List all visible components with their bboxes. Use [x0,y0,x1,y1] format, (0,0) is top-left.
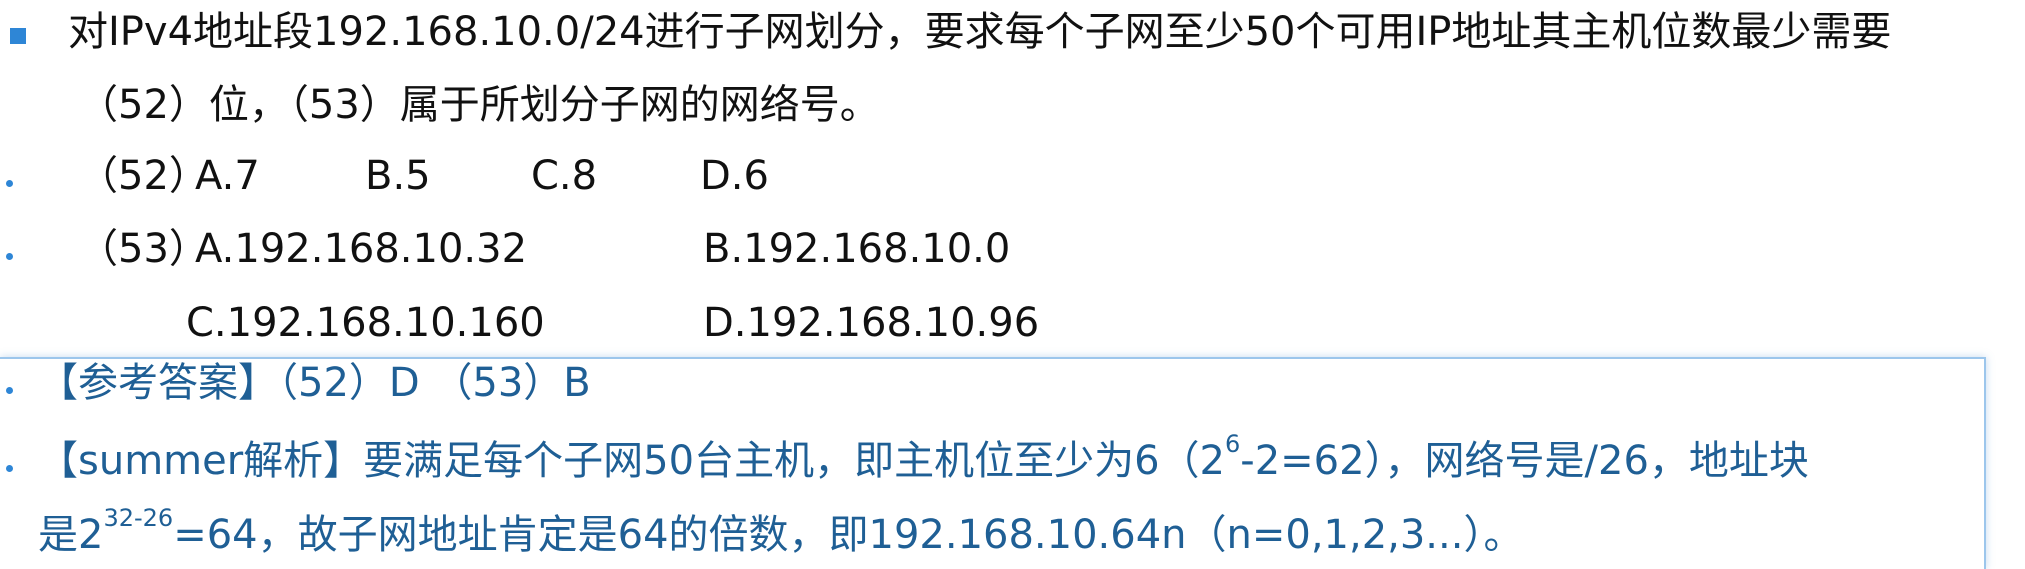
bullet-dot-icon [6,180,13,187]
q52-option-c: C.8 [531,153,598,199]
analysis-line-2-suffix: =64，故子网地址肯定是64的倍数，即192.168.10.64n（n=0,1,… [173,512,1524,558]
q53-label: （53） [78,226,209,272]
q53-option-b: B.192.168.10.0 [703,226,1011,272]
analysis-line-2: 是232-26=64，故子网地址肯定是64的倍数，即192.168.10.64n… [38,506,1524,559]
question-line-1: 对IPv4地址段192.168.10.0/24进行子网划分，要求每个子网至少50… [68,9,1892,55]
bullet-dot-icon [6,387,13,394]
answer-line: 【参考答案】（52）D （53）B [38,360,591,406]
analysis-line-1: 【summer解析】要满足每个子网50台主机，即主机位至少为6（26-2=62）… [38,432,1809,485]
analysis-line-2-superscript: 32-26 [103,503,174,532]
q52-option-d: D.6 [700,153,769,199]
analysis-line-2-prefix: 是2 [38,512,104,558]
analysis-line-1-superscript: 6 [1224,429,1241,458]
q52-option-a: A.7 [195,153,260,199]
q52-label: （52） [78,153,209,199]
bullet-dot-icon [6,465,13,472]
q53-option-a: A.192.168.10.32 [195,226,528,272]
question-line-2: （52）位，（53）属于所划分子网的网络号。 [78,82,880,128]
q53-option-d: D.192.168.10.96 [703,300,1040,346]
slide-page: 对IPv4地址段192.168.10.0/24进行子网划分，要求每个子网至少50… [0,0,2025,569]
q52-option-b: B.5 [365,153,431,199]
square-bullet-icon [10,28,26,44]
analysis-line-1-prefix: 【summer解析】要满足每个子网50台主机，即主机位至少为6（2 [38,438,1225,484]
analysis-line-1-suffix: -2=62），网络号是/26，地址块 [1240,438,1809,484]
bullet-dot-icon [6,253,13,260]
q53-option-c: C.192.168.10.160 [186,300,545,346]
